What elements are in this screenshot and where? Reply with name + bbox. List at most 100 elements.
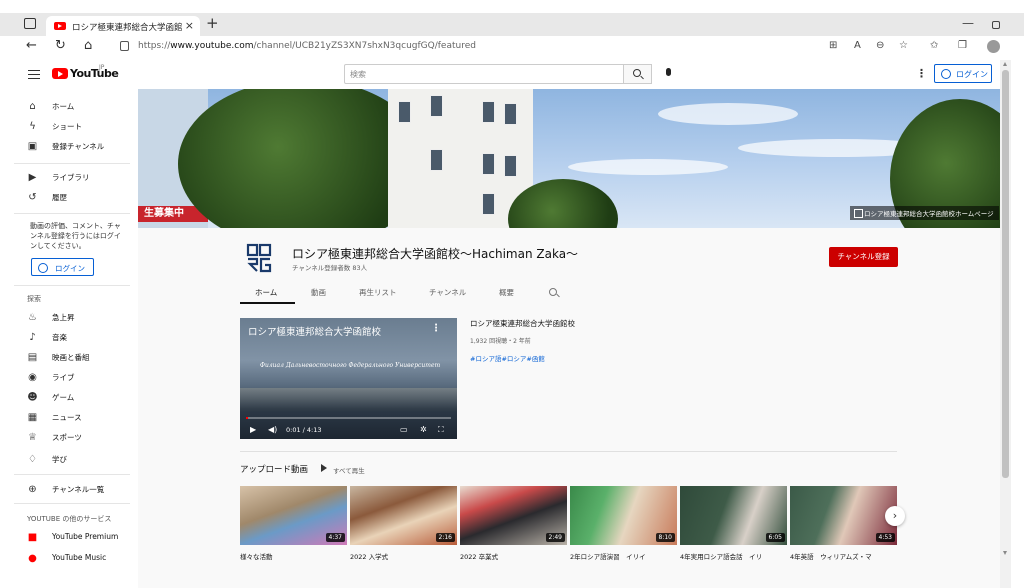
sidebar-item-news[interactable]: ▦ ニュース xyxy=(0,409,138,427)
sidebar-item-subscriptions[interactable]: ▣ 登録チャンネル xyxy=(0,138,138,156)
uploads-heading[interactable]: アップロード動画 xyxy=(240,463,308,475)
tab-home[interactable]: ホーム xyxy=(255,287,277,298)
sidebar-item-live[interactable]: ◉ ライブ xyxy=(0,369,138,387)
player-title[interactable]: ロシア極東連邦総合大学函館校 xyxy=(248,324,381,338)
scrollbar-thumb[interactable] xyxy=(1002,70,1009,478)
login-button[interactable]: ログイン xyxy=(934,64,992,83)
featured-video-hashtags[interactable]: #ロシア語#ロシア#函館 xyxy=(470,353,545,363)
add-favorite-icon[interactable]: ☆ xyxy=(899,40,908,51)
video-thumbnail[interactable]: 4:53 xyxy=(790,486,897,545)
tab-channels[interactable]: チャンネル xyxy=(429,287,466,298)
lock-icon[interactable] xyxy=(120,41,129,51)
video-thumbnail[interactable]: 6:05 xyxy=(680,486,787,545)
video-thumbnail[interactable]: 2:16 xyxy=(350,486,457,545)
youtube-logo-text[interactable]: YouTube xyxy=(70,67,119,80)
tab-title: ロシア極東連邦総合大学函館校～ xyxy=(72,23,182,33)
featured-video-player[interactable]: ロシア極東連邦総合大学函館校 ⋮ Филиал Дальневосточного… xyxy=(240,318,457,439)
zoom-icon[interactable]: ⊖ xyxy=(876,40,884,51)
sidebar-item-youtube-music[interactable]: ● YouTube Music xyxy=(0,550,138,568)
url-field[interactable]: https://www.youtube.com/channel/UCB21yZS… xyxy=(138,41,476,51)
carousel-next-button[interactable]: › xyxy=(885,506,905,526)
featured-video-title[interactable]: ロシア極東連邦総合大学函館校 xyxy=(470,318,575,329)
search-placeholder: 検索 xyxy=(350,70,366,79)
sidebar-item-browse-channels[interactable]: ⊕ チャンネル一覧 xyxy=(0,481,138,499)
subtitles-icon[interactable]: ▭ xyxy=(400,425,408,434)
account-icon xyxy=(941,69,951,79)
sidebar-item-home[interactable]: ⌂ ホーム xyxy=(0,98,138,116)
browser-tab[interactable]: ロシア極東連邦総合大学函館校～ × xyxy=(46,16,200,36)
sidebar-item-gaming[interactable]: ☻ ゲーム xyxy=(0,389,138,407)
refresh-icon[interactable]: ↻ xyxy=(55,38,66,53)
tab-about[interactable]: 概要 xyxy=(499,287,514,298)
player-city-view xyxy=(240,388,457,412)
scroll-down-icon[interactable] xyxy=(1003,551,1007,555)
fullscreen-icon[interactable]: ⛶ xyxy=(438,425,444,435)
read-aloud-icon[interactable]: A xyxy=(854,40,861,51)
banner-homepage-link[interactable]: ロシア極東連邦総合大学函館校ホームページ xyxy=(850,206,999,220)
tab-close-icon[interactable]: × xyxy=(185,19,194,32)
player-more-icon[interactable]: ⋮ xyxy=(431,323,441,334)
sidebar-login-button[interactable]: ログイン xyxy=(31,258,94,276)
sidebar-item-library[interactable]: ▶ ライブラリ xyxy=(0,169,138,187)
channel-header: ロシア極東連邦総合大学函館校～Hachiman Zaka～ チャンネル登録者数 … xyxy=(138,228,1000,305)
favorites-icon[interactable]: ✩ xyxy=(930,40,938,51)
sidebar-item-music[interactable]: ♪ 音楽 xyxy=(0,329,138,347)
settings-gear-icon[interactable]: ✲ xyxy=(420,425,427,434)
maximize-icon[interactable] xyxy=(992,21,1000,29)
menu-icon[interactable] xyxy=(28,70,40,79)
channel-name: ロシア極東連邦総合大学函館校～Hachiman Zaka～ xyxy=(292,247,579,261)
sidebar-item-sports[interactable]: ♕ スポーツ xyxy=(0,429,138,447)
video-thumbnail[interactable]: 8:10 xyxy=(570,486,677,545)
sidebar-item-label: スポーツ xyxy=(52,433,82,442)
profile-avatar[interactable] xyxy=(987,40,1000,53)
play-icon[interactable]: ▶ xyxy=(250,425,256,434)
sidebar-item-history[interactable]: ↺ 履歴 xyxy=(0,189,138,207)
collections-icon[interactable]: ❐ xyxy=(958,40,967,51)
app-available-icon[interactable]: ⊞ xyxy=(829,40,837,51)
history-icon: ↺ xyxy=(28,192,37,203)
subscriptions-icon: ▣ xyxy=(27,141,38,152)
video-title[interactable]: 2022 卒業式 xyxy=(460,551,566,561)
sidebar-item-label: 音楽 xyxy=(52,333,67,342)
minimize-icon[interactable]: — xyxy=(962,16,974,30)
sidebar-item-trending[interactable]: ♨ 急上昇 xyxy=(0,309,138,327)
sidebar-item-learning[interactable]: ♢ 学び xyxy=(0,451,138,469)
sidebar-item-movies[interactable]: ▤ 映画と番組 xyxy=(0,349,138,367)
channel-search-icon[interactable] xyxy=(549,288,557,296)
channel-avatar[interactable] xyxy=(246,243,272,273)
sports-icon: ♕ xyxy=(28,432,37,443)
subscribe-button[interactable]: チャンネル登録 xyxy=(829,247,898,267)
sidebar-item-shorts[interactable]: ϟ ショート xyxy=(0,118,138,136)
tab-playlists[interactable]: 再生リスト xyxy=(359,287,397,298)
video-title[interactable]: 4年実用ロシア語会話 イリ xyxy=(680,551,786,561)
back-icon[interactable]: ← xyxy=(26,38,37,53)
video-title[interactable]: 4年英語 ウィリアムズ・マ xyxy=(790,551,896,561)
video-thumbnail[interactable]: 4:37 xyxy=(240,486,347,545)
new-tab-button[interactable]: + xyxy=(206,14,219,32)
scroll-up-icon[interactable] xyxy=(1003,62,1007,66)
youtube-premium-icon: ■ xyxy=(27,532,38,543)
microphone-icon[interactable] xyxy=(666,68,671,76)
youtube-logo-icon[interactable] xyxy=(52,68,68,79)
home-icon: ⌂ xyxy=(29,101,36,112)
youtube-music-icon: ● xyxy=(28,553,37,564)
tab-actions-icon[interactable] xyxy=(24,18,36,29)
settings-kebab-icon[interactable]: ⋮ xyxy=(916,67,927,80)
sidebar-item-label: 急上昇 xyxy=(52,313,75,322)
volume-icon[interactable]: ◀) xyxy=(268,425,277,434)
channel-banner: 生募集中 ロシア極東連邦総合大学函館校ホームページ xyxy=(138,89,1000,228)
search-button[interactable] xyxy=(624,64,652,84)
video-title[interactable]: 2年ロシア語演習 イリイ xyxy=(570,551,676,561)
video-title[interactable]: 2022 入学式 xyxy=(350,551,456,561)
search-input[interactable]: 検索 xyxy=(344,64,624,84)
play-all-link[interactable]: すべて再生 xyxy=(333,465,365,475)
sidebar-item-youtube-premium[interactable]: ■ YouTube Premium xyxy=(0,529,138,547)
tab-videos[interactable]: 動画 xyxy=(311,287,326,298)
services-heading: YOUTUBE の他のサービス xyxy=(27,515,112,523)
player-progress-bar[interactable] xyxy=(246,417,451,419)
play-all-icon[interactable] xyxy=(321,464,327,472)
home-button-icon[interactable]: ⌂ xyxy=(84,38,92,53)
video-title[interactable]: 様々な活動 xyxy=(240,551,346,561)
video-thumbnail[interactable]: 2:49 xyxy=(460,486,567,545)
page-scrollbar[interactable] xyxy=(1000,60,1011,588)
